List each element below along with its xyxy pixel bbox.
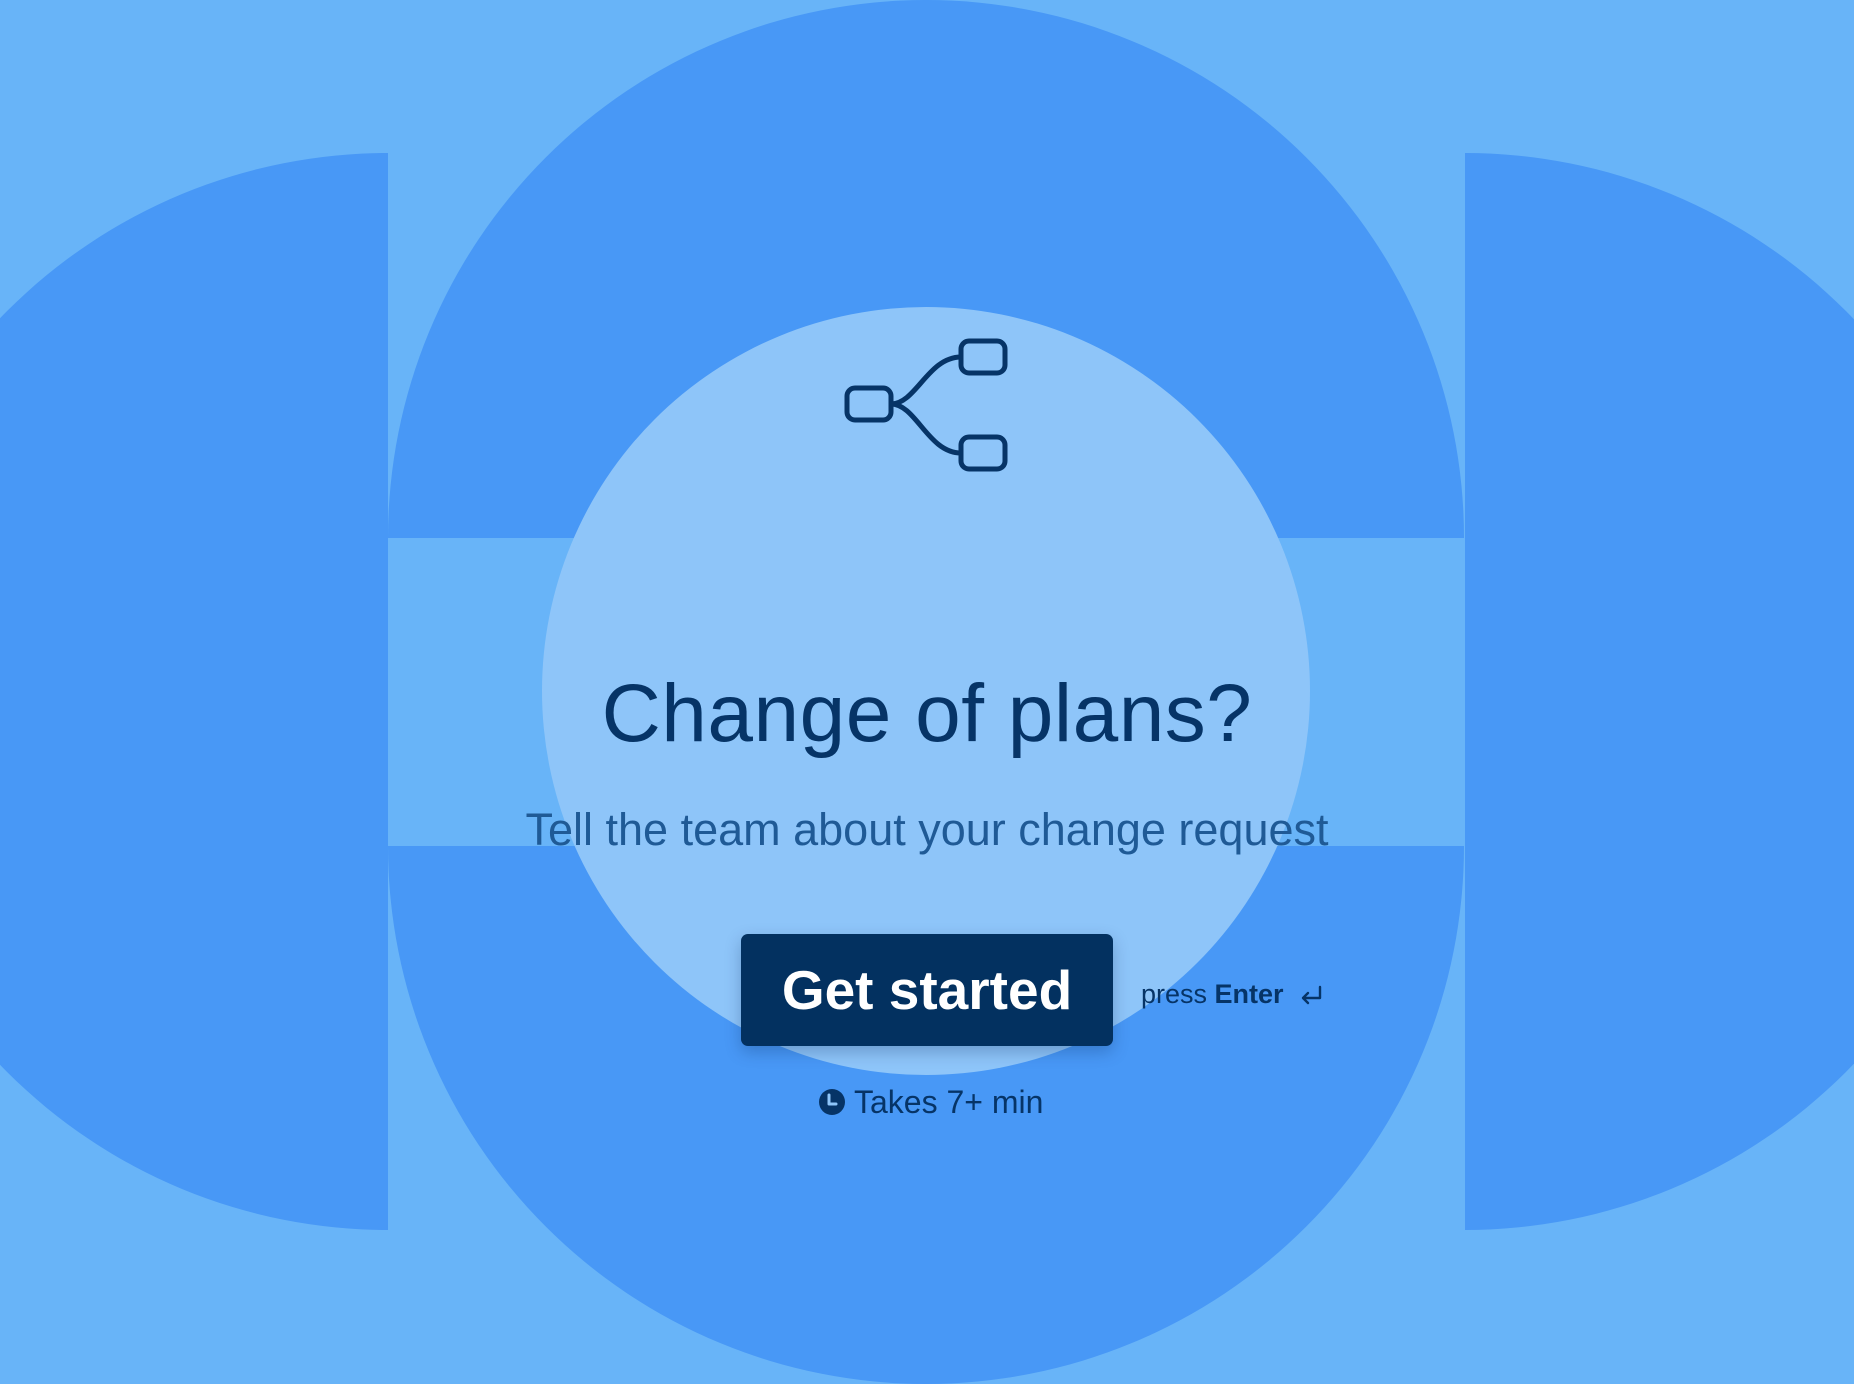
- press-enter-hint: press Enter: [1141, 978, 1323, 1010]
- time-estimate-text: Takes 7+ min: [854, 1083, 1044, 1120]
- get-started-button[interactable]: Get started: [741, 934, 1113, 1046]
- clock-icon: [819, 1089, 845, 1115]
- welcome-screen: Change of plans? Tell the team about you…: [0, 0, 1854, 1384]
- press-enter-hint-key: Enter: [1214, 979, 1284, 1009]
- press-enter-hint-prefix: press: [1141, 979, 1208, 1009]
- page-subtitle: Tell the team about your change request: [525, 804, 1329, 855]
- page-title: Change of plans?: [601, 668, 1253, 759]
- flowchart-branch-icon: [844, 338, 1008, 472]
- time-estimate: Takes 7+ min: [818, 1080, 1043, 1124]
- return-icon: [1301, 985, 1322, 1005]
